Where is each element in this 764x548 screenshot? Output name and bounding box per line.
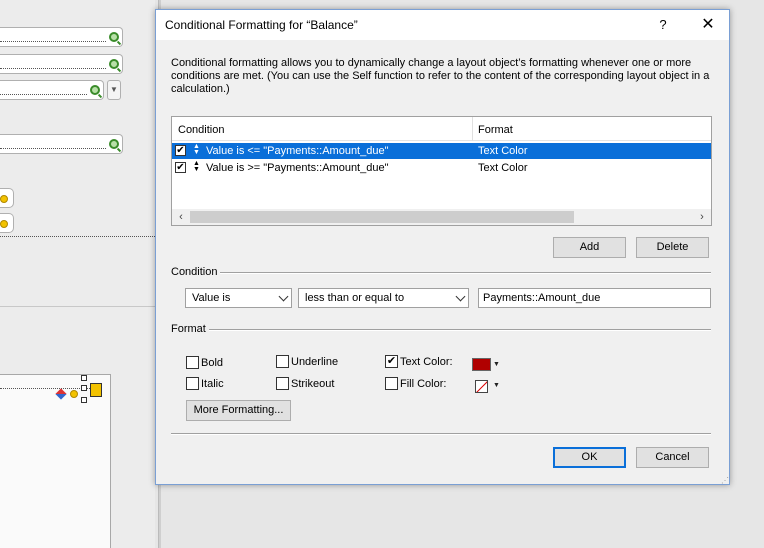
strikeout-label: Strikeout <box>291 378 335 390</box>
row-condition: Value is >= "Payments::Amount_due" <box>206 162 389 174</box>
layout-field-small[interactable] <box>0 213 14 233</box>
text-color-label: Text Color: <box>400 356 453 368</box>
text-color-swatch[interactable] <box>472 358 491 371</box>
more-formatting-button[interactable]: More Formatting... <box>186 400 291 421</box>
layout-field-small[interactable] <box>0 188 14 208</box>
lock-icon <box>90 383 102 397</box>
dialog-title: Conditional Formatting for “Balance” <box>165 18 358 32</box>
section-divider <box>171 329 711 331</box>
table-row[interactable]: ✔ ▲ ▼ Value is >= "Payments::Amount_due" … <box>172 160 711 176</box>
table-header: Condition Format <box>172 117 711 141</box>
layout-field[interactable] <box>0 80 104 100</box>
part-boundary <box>0 236 155 237</box>
italic-label: Italic <box>201 378 224 390</box>
underline-checkbox[interactable] <box>276 355 289 368</box>
scroll-left-icon[interactable]: ‹ <box>174 210 188 224</box>
format-section-label: Format <box>171 323 209 335</box>
section-divider <box>171 272 711 274</box>
condition-operator-select[interactable]: less than or equal to <box>298 288 469 308</box>
bold-label: Bold <box>201 357 224 369</box>
conditional-format-icon <box>55 388 67 400</box>
row-format: Text Color <box>478 162 528 174</box>
help-button[interactable]: ? <box>653 15 673 35</box>
column-header-format[interactable]: Format <box>478 124 513 136</box>
conditional-formatting-dialog: Conditional Formatting for “Balance” ? ✕… <box>155 9 730 485</box>
condition-section-label: Condition <box>171 266 221 278</box>
chevron-down-icon <box>455 291 466 302</box>
color-dropdown-arrow-icon[interactable]: ▼ <box>493 361 500 368</box>
resize-grip-icon[interactable]: ⋰ <box>721 476 729 485</box>
magnifier-icon <box>0 220 8 228</box>
color-dropdown-arrow-icon[interactable]: ▼ <box>493 382 500 389</box>
italic-checkbox[interactable] <box>186 377 199 390</box>
magnifier-icon <box>109 139 119 149</box>
scrollbar-thumb[interactable] <box>190 211 574 223</box>
strikeout-checkbox[interactable] <box>276 377 289 390</box>
close-button[interactable]: ✕ <box>698 15 718 35</box>
row-enabled-checkbox[interactable]: ✔ <box>175 162 186 173</box>
add-button[interactable]: Add <box>553 237 626 258</box>
fill-color-none-swatch[interactable] <box>475 380 488 393</box>
layout-canvas: ▼ <box>0 0 155 548</box>
row-format: Text Color <box>478 145 528 157</box>
fill-color-checkbox[interactable] <box>385 377 398 390</box>
magnifier-icon <box>109 32 119 42</box>
cancel-button[interactable]: Cancel <box>636 447 709 468</box>
condition-type-select[interactable]: Value is <box>185 288 292 308</box>
section-divider <box>171 433 711 435</box>
row-enabled-checkbox[interactable]: ✔ <box>175 145 186 156</box>
reorder-arrows-icon[interactable]: ▲ ▼ <box>193 143 200 156</box>
table-row[interactable]: ✔ ▲ ▼ Value is <= "Payments::Amount_due" … <box>172 143 711 159</box>
conditions-table[interactable]: Condition Format ✔ ▲ ▼ Value is <= "Payme… <box>171 116 712 226</box>
text-color-checkbox[interactable]: ✔ <box>385 355 398 368</box>
horizontal-scrollbar[interactable]: ‹ › <box>172 209 711 225</box>
dropdown-arrow-icon[interactable]: ▼ <box>107 80 121 100</box>
ok-button[interactable]: OK <box>553 447 626 468</box>
underline-label: Underline <box>291 356 339 368</box>
layout-field[interactable] <box>0 54 123 74</box>
layout-field[interactable] <box>0 134 123 154</box>
reorder-arrows-icon[interactable]: ▲ ▼ <box>193 160 200 173</box>
selected-layout-object[interactable] <box>0 374 111 548</box>
bold-checkbox[interactable] <box>186 356 199 369</box>
magnifier-icon <box>90 85 100 95</box>
scroll-right-icon[interactable]: › <box>695 210 709 224</box>
layout-field[interactable] <box>0 27 123 47</box>
dialog-description: Conditional formatting allows you to dyn… <box>171 57 710 95</box>
chevron-down-icon <box>278 291 289 302</box>
row-condition: Value is <= "Payments::Amount_due" <box>206 145 389 157</box>
magnifier-icon <box>0 195 8 203</box>
magnifier-icon <box>109 59 119 69</box>
magnifier-icon <box>70 390 78 398</box>
title-bar[interactable]: Conditional Formatting for “Balance” ? ✕ <box>156 10 729 40</box>
delete-button[interactable]: Delete <box>636 237 709 258</box>
column-header-condition[interactable]: Condition <box>178 124 224 136</box>
part-divider <box>0 306 155 307</box>
condition-value-field[interactable]: Payments::Amount_due <box>478 288 711 308</box>
fill-color-label: Fill Color: <box>400 378 447 390</box>
